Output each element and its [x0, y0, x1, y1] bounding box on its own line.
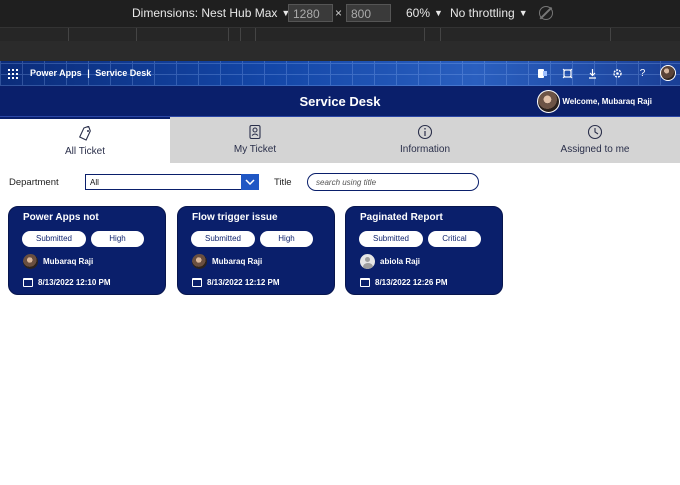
priority-badge: High: [91, 231, 144, 247]
ticket-title: Paginated Report: [360, 212, 443, 223]
ticket-date-text: 8/13/2022 12:12 PM: [207, 278, 280, 287]
chevron-down-icon: ▼: [434, 8, 443, 18]
chevron-down-icon: ▼: [518, 8, 528, 18]
search-placeholder: search using title: [316, 178, 377, 187]
devtools-device-toolbar: Dimensions: Nest Hub Max ▼ 1280 × 800 60…: [0, 0, 680, 27]
ticket-card[interactable]: Flow trigger issue Submitted High Mubara…: [177, 206, 335, 295]
ticket-date: 8/13/2022 12:12 PM: [192, 278, 280, 287]
settings-icon[interactable]: [610, 66, 625, 81]
devtools-gap: [0, 41, 680, 61]
avatar: [360, 254, 375, 269]
suite-app-title: Service Desk: [95, 68, 152, 78]
tab-my-ticket[interactable]: My Ticket: [170, 117, 340, 163]
status-badge: Submitted: [22, 231, 86, 247]
avatar: [23, 254, 38, 269]
tab-all-ticket[interactable]: All Ticket: [0, 117, 170, 163]
status-badge: Submitted: [359, 231, 423, 247]
height-input[interactable]: 800: [346, 4, 391, 22]
app-header: Service Desk Welcome, Mubaraq Raji: [0, 86, 680, 117]
suite-actions: ?: [535, 65, 676, 81]
department-label: Department: [9, 177, 59, 188]
title-search-input[interactable]: search using title: [307, 173, 479, 191]
suite-title: Power Apps | Service Desk: [30, 68, 151, 78]
ticket-title: Power Apps not: [23, 212, 99, 223]
ticket-date-text: 8/13/2022 12:26 PM: [375, 278, 448, 287]
ticket-card[interactable]: Power Apps not Submitted High Mubaraq Ra…: [8, 206, 166, 295]
rotate-icon[interactable]: [539, 6, 553, 20]
zoom-label: 60%: [406, 6, 431, 20]
welcome-text: Welcome, Mubaraq Raji: [562, 97, 652, 106]
tab-label: Information: [399, 144, 451, 155]
app-launcher-icon[interactable]: [8, 69, 18, 79]
ticket-date: 8/13/2022 12:10 PM: [23, 278, 111, 287]
power-app-frame: Power Apps | Service Desk ? Service Desk…: [0, 61, 680, 485]
avatar: [192, 254, 207, 269]
title-label: Title: [274, 177, 292, 188]
tab-assigned-to-me[interactable]: Assigned to me: [510, 117, 680, 163]
priority-badge: High: [260, 231, 313, 247]
ticket-user-name: abiola Raji: [380, 257, 421, 266]
ticket-date-text: 8/13/2022 12:10 PM: [38, 278, 111, 287]
ticket-user: Mubaraq Raji: [23, 254, 93, 269]
status-badge: Submitted: [191, 231, 255, 247]
department-value: All: [90, 178, 99, 187]
download-icon[interactable]: [585, 66, 600, 81]
times-sign: ×: [335, 6, 343, 20]
ticket-user: Mubaraq Raji: [192, 254, 262, 269]
tab-label: Assigned to me: [560, 144, 630, 155]
ticket-user-name: Mubaraq Raji: [212, 257, 263, 266]
dimensions-dropdown[interactable]: Dimensions: Nest Hub Max ▼: [132, 6, 290, 20]
suite-app-name: Power Apps: [30, 68, 82, 78]
user-avatar[interactable]: [660, 65, 676, 81]
ticket-card[interactable]: Paginated Report Submitted Critical abio…: [345, 206, 503, 295]
chevron-down-icon[interactable]: [241, 174, 259, 190]
calendar-icon: [23, 278, 33, 287]
welcome-avatar: [537, 90, 560, 113]
department-dropdown[interactable]: All: [85, 174, 259, 190]
throttle-label: No throttling: [450, 6, 515, 20]
filter-bar: Department All Title search using title: [0, 171, 680, 195]
tab-label: All Ticket: [64, 146, 105, 157]
ticket-date: 8/13/2022 12:26 PM: [360, 278, 448, 287]
tab-information[interactable]: Information: [340, 117, 510, 163]
ticket-gallery: Power Apps not Submitted High Mubaraq Ra…: [0, 206, 680, 296]
badge-icon: [249, 124, 261, 140]
priority-badge: Critical: [428, 231, 481, 247]
dimensions-label: Dimensions: Nest Hub Max: [132, 6, 278, 20]
info-icon: [417, 124, 433, 140]
help-icon[interactable]: ?: [635, 66, 650, 81]
ticket-title: Flow trigger issue: [192, 212, 278, 223]
suite-separator: |: [87, 68, 90, 78]
screen-icon[interactable]: [560, 66, 575, 81]
suite-bar: Power Apps | Service Desk ?: [0, 61, 680, 86]
ticket-user: abiola Raji: [360, 254, 420, 269]
tab-bar: All Ticket My Ticket Information Assigne…: [0, 117, 680, 163]
calendar-icon: [192, 278, 202, 287]
media-query-ruler: [0, 27, 680, 42]
clock-icon: [587, 124, 603, 140]
zoom-dropdown[interactable]: 60% ▼: [406, 6, 443, 20]
tag-icon: [78, 126, 91, 141]
ticket-user-name: Mubaraq Raji: [43, 257, 94, 266]
calendar-icon: [360, 278, 370, 287]
width-input[interactable]: 1280: [288, 4, 333, 22]
throttle-dropdown[interactable]: No throttling ▼: [450, 6, 528, 20]
tab-label: My Ticket: [233, 144, 277, 155]
office-icon[interactable]: [535, 66, 550, 81]
